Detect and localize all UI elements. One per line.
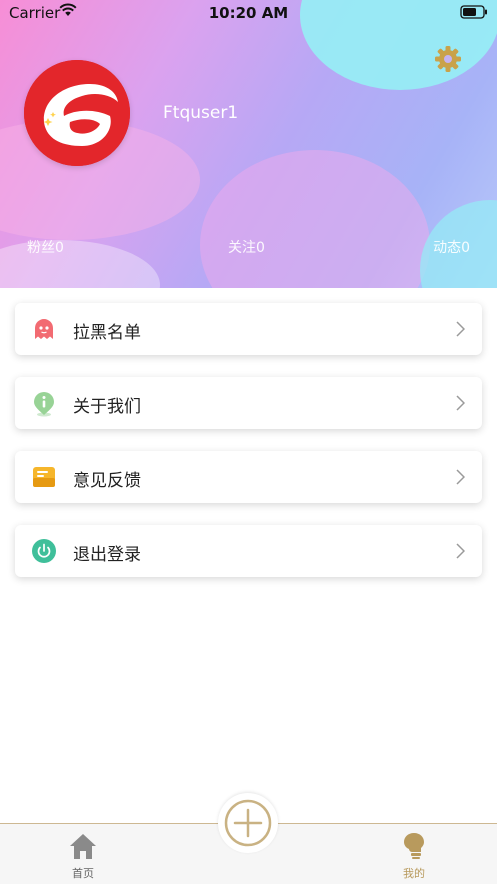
user-head-icon (400, 833, 428, 864)
profile-header: Carrier 10:20 AM Ftquser1 粉丝0 关注0 动态0 (0, 0, 497, 288)
menu-item-blacklist[interactable]: 拉黑名单 (15, 303, 482, 355)
info-pin-icon (32, 391, 56, 417)
chevron-right-icon (456, 395, 466, 411)
moments-count[interactable]: 动态0 (433, 237, 470, 257)
avatar[interactable] (24, 60, 130, 166)
menu-label: 拉黑名单 (73, 323, 141, 343)
tab-mine[interactable]: 我的 (384, 832, 444, 881)
header-bg-blob (200, 150, 430, 288)
power-icon (32, 539, 56, 563)
chevron-right-icon (456, 321, 466, 337)
menu-item-feedback[interactable]: 意见反馈 (15, 451, 482, 503)
plus-circle-icon (218, 799, 278, 857)
chevron-right-icon (456, 543, 466, 559)
following-count[interactable]: 关注0 (228, 237, 265, 257)
chevron-right-icon (456, 469, 466, 485)
menu-label: 退出登录 (73, 545, 141, 565)
menu-item-logout[interactable]: 退出登录 (15, 525, 482, 577)
username: Ftquser1 (163, 103, 239, 123)
add-button[interactable] (218, 793, 278, 853)
clock-text: 10:20 AM (208, 4, 289, 22)
menu-label: 关于我们 (73, 397, 141, 417)
tab-mine-label: 我的 (403, 867, 425, 880)
status-bar: Carrier 10:20 AM (0, 0, 497, 26)
fans-count[interactable]: 粉丝0 (27, 237, 64, 257)
menu-label: 意见反馈 (73, 471, 141, 491)
mailbox-icon (32, 465, 56, 489)
ghost-icon (32, 317, 56, 341)
header-bg-blob (0, 240, 160, 288)
home-icon (68, 834, 98, 864)
settings-gear-icon[interactable] (433, 44, 463, 74)
tab-home[interactable]: 首页 (53, 832, 113, 881)
battery-icon (460, 5, 488, 23)
tab-home-label: 首页 (72, 867, 94, 880)
menu-item-about-us[interactable]: 关于我们 (15, 377, 482, 429)
